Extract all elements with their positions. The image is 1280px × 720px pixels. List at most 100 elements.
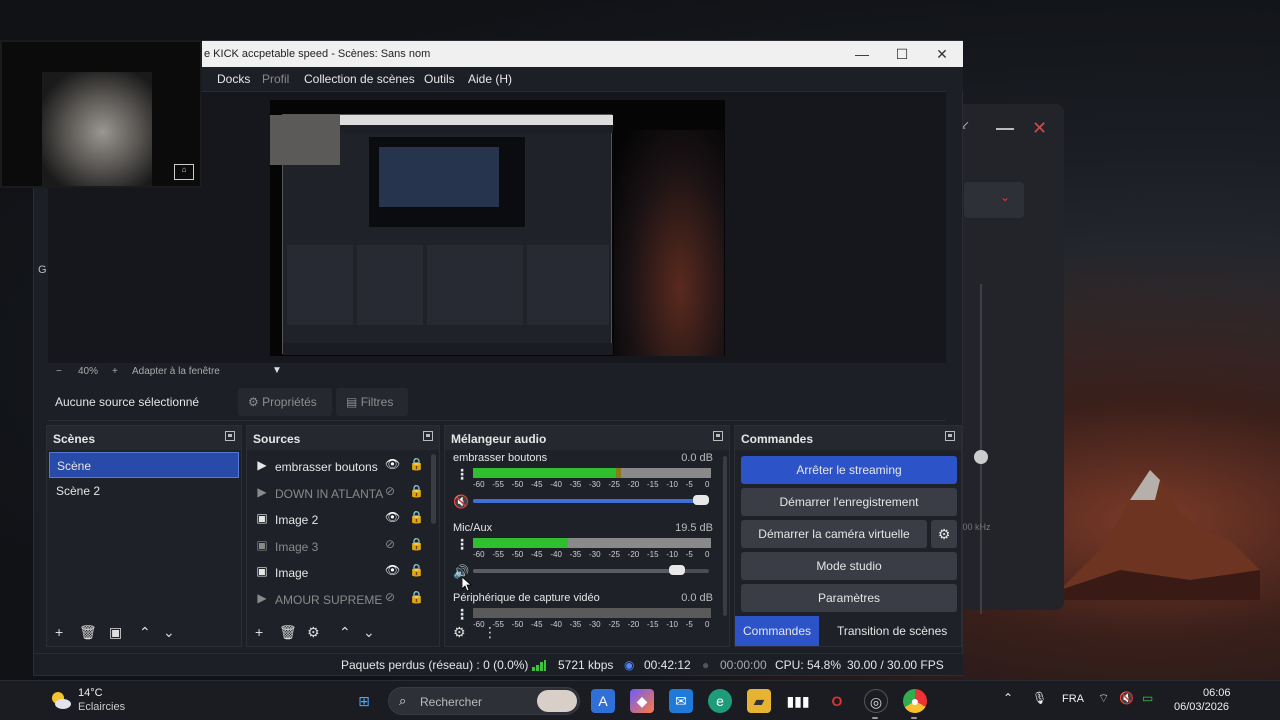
stream-icon: ◉	[624, 658, 635, 672]
more-menu-icon[interactable]: ⋮	[455, 466, 469, 483]
bitrate: 5721 kbps	[558, 658, 614, 672]
opera-icon[interactable]: O	[825, 689, 849, 713]
float-dock-icon[interactable]	[225, 431, 235, 441]
float-dock-icon[interactable]	[423, 431, 433, 441]
source-item[interactable]: ▶ DOWN IN ATLANTA ⊘ 🔒	[253, 481, 431, 505]
scrollbar[interactable]	[723, 456, 727, 616]
chevron-up-icon[interactable]: ⌃	[139, 624, 151, 641]
scrollbar[interactable]	[431, 454, 436, 524]
zoom-dropdown-icon[interactable]: ▼	[272, 365, 282, 376]
copilot-icon[interactable]: ◆	[630, 689, 654, 713]
source-item[interactable]: ▶ AMOUR SUPREME ⊘ 🔒	[253, 587, 431, 611]
mixer-channel: embrasser boutons 0.0 dB ⋮ -60 -55 -50 -45 -40-…	[451, 452, 713, 520]
properties-button[interactable]: ⚙ Propriétés	[238, 388, 332, 416]
fit-to-window-button[interactable]: Adapter à la fenêtre	[132, 366, 220, 377]
record-icon: ●	[702, 658, 710, 672]
eye-icon[interactable]: 👁	[385, 510, 400, 524]
db-tick-label: 0	[705, 480, 710, 489]
wifi-icon[interactable]: ⌔	[1098, 691, 1109, 706]
menu-scene-collection[interactable]: Collection de scènes	[304, 72, 415, 86]
menu-profil[interactable]: Profil	[262, 72, 289, 86]
lock-icon[interactable]: 🔒	[409, 484, 424, 498]
zoom-out-button[interactable]: −	[56, 366, 62, 377]
source-item[interactable]: ▣ Image 2 👁 🔒	[253, 507, 431, 531]
menu-docks[interactable]: Docks	[217, 72, 250, 86]
windows-start-icon[interactable]: ⊞	[352, 689, 376, 713]
eye-off-icon[interactable]: ⊘	[385, 484, 395, 498]
close-icon[interactable]: ✕	[924, 43, 960, 65]
gear-icon[interactable]: ⚙	[453, 624, 466, 641]
eye-off-icon[interactable]: ⊘	[385, 537, 395, 551]
media-icon: ▶	[257, 591, 267, 605]
volume-slider[interactable]	[473, 495, 709, 505]
obs-icon[interactable]: ◎	[864, 689, 888, 713]
volume-slider[interactable]	[473, 565, 709, 575]
eye-icon[interactable]: 👁	[385, 563, 400, 577]
file-explorer-icon[interactable]: ▰	[747, 689, 771, 713]
audio-app-icon[interactable]: ▮▮▮	[786, 689, 810, 713]
stop-streaming-button[interactable]: Arrêter le streaming	[741, 456, 957, 484]
source-label: embrasser boutons	[275, 460, 378, 474]
app-icon-a[interactable]: A	[591, 689, 615, 713]
speaker-muted-icon[interactable]: 🔇	[1119, 691, 1134, 705]
eye-icon[interactable]: 👁	[385, 457, 400, 471]
weather-description[interactable]: Eclaircies	[78, 701, 125, 713]
add-icon[interactable]: +	[55, 624, 63, 640]
clock-time[interactable]: 06:06	[1203, 687, 1231, 699]
chevron-down-icon[interactable]: ⌄	[163, 624, 175, 641]
chevron-up-icon[interactable]: ⌃	[339, 624, 351, 641]
gear-icon[interactable]: ⚙	[307, 624, 320, 641]
lock-icon[interactable]: 🔒	[409, 457, 424, 471]
battery-icon[interactable]: ▭	[1142, 691, 1153, 705]
filters-button[interactable]: ▤ Filtres	[336, 388, 408, 416]
tab-scene-transitions[interactable]: Transition de scènes	[829, 616, 955, 646]
speaker-muted-icon[interactable]: 🔇	[453, 494, 469, 510]
studio-mode-button[interactable]: Mode studio	[741, 552, 957, 580]
lock-icon[interactable]: 🔒	[409, 590, 424, 604]
chevron-up-icon[interactable]: ⌃	[1003, 691, 1013, 705]
preview-webcam-thumbnail	[270, 115, 340, 165]
scene-item[interactable]: Scène	[49, 452, 239, 478]
menu-help[interactable]: Aide (H)	[468, 72, 512, 86]
clock-date[interactable]: 06/03/2026	[1174, 701, 1229, 713]
minimize-icon[interactable]: —	[844, 43, 880, 65]
lock-icon[interactable]: 🔒	[409, 510, 424, 524]
source-item[interactable]: ▶ embrasser boutons 👁 🔒	[253, 454, 431, 478]
start-recording-button[interactable]: Démarrer l'enregistrement	[741, 488, 957, 516]
start-virtual-camera-button[interactable]: Démarrer la caméra virtuelle	[741, 520, 927, 548]
add-icon[interactable]: +	[255, 624, 263, 640]
scene-item[interactable]: Scène 2	[49, 478, 239, 504]
language-indicator[interactable]: FRA	[1062, 693, 1084, 705]
weather-icon[interactable]	[50, 689, 72, 711]
maximize-icon[interactable]: ☐	[884, 43, 920, 65]
trash-icon[interactable]: 🗑	[79, 624, 97, 641]
virtual-camera-settings-button[interactable]: ⚙	[931, 520, 957, 548]
db-tick-label: -50	[511, 550, 524, 559]
db-tick-label: 0	[705, 550, 710, 559]
outlook-icon[interactable]: ✉	[669, 689, 693, 713]
trash-icon[interactable]: 🗑	[279, 624, 297, 641]
edge-icon[interactable]: e	[708, 689, 732, 713]
chevron-down-icon[interactable]: ⌄	[363, 624, 375, 641]
source-item[interactable]: ▣ Image 3 ⊘ 🔒	[253, 534, 431, 558]
source-item[interactable]: ▣ Image 👁 🔒	[253, 560, 431, 584]
watermark-logo: ⌂	[174, 164, 194, 180]
zoom-in-button[interactable]: +	[112, 366, 118, 377]
chrome-icon[interactable]: ●	[903, 689, 927, 713]
lock-icon[interactable]: 🔒	[409, 563, 424, 577]
stream-preview[interactable]	[270, 100, 725, 356]
lock-icon[interactable]: 🔒	[409, 537, 424, 551]
settings-button[interactable]: Paramètres	[741, 584, 957, 612]
mixer-channel: Mic/Aux 19.5 dB ⋮ -60 -55 -50 -45 -40 -35 -30 -25-…	[451, 522, 713, 590]
microphone-icon[interactable]: 🎙	[1032, 691, 1047, 705]
tab-controls[interactable]: Commandes	[735, 616, 820, 646]
eye-off-icon[interactable]: ⊘	[385, 590, 395, 604]
weather-temperature[interactable]: 14°C	[78, 687, 103, 699]
taskbar-search[interactable]: ⌕ Rechercher	[388, 687, 580, 715]
menu-tools[interactable]: Outils	[424, 72, 455, 86]
float-dock-icon[interactable]	[713, 431, 723, 441]
more-menu-icon[interactable]: ⋮	[483, 624, 497, 641]
filter-icon[interactable]: ▣	[109, 624, 122, 641]
float-dock-icon[interactable]	[945, 431, 955, 441]
more-menu-icon[interactable]: ⋮	[455, 536, 469, 553]
